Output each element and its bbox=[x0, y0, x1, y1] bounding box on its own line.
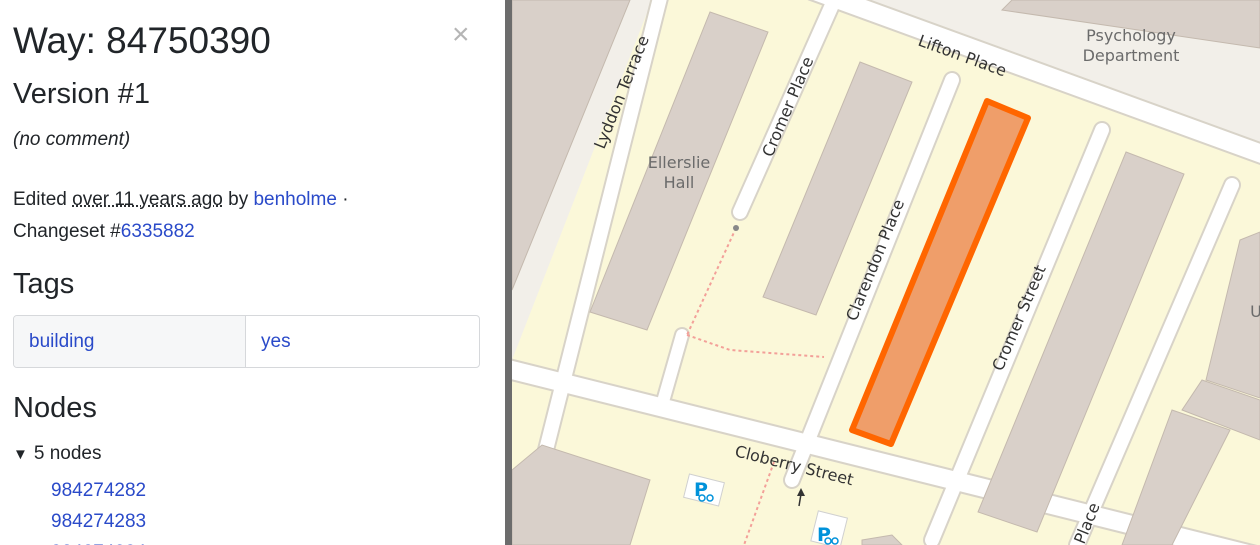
label-department: Department bbox=[1083, 46, 1180, 65]
list-item: 984274284 bbox=[51, 537, 146, 545]
separator: · bbox=[336, 189, 349, 210]
list-item: 984274282 bbox=[51, 475, 146, 506]
edited-prefix: Edited bbox=[13, 189, 73, 210]
changeset-link[interactable]: 6335882 bbox=[121, 221, 195, 242]
label-edge-u: U bbox=[1250, 302, 1260, 321]
svg-text:P: P bbox=[694, 479, 708, 501]
map-view[interactable]: P P Lyddon Terrace Cromer Place Lifton P… bbox=[512, 0, 1260, 545]
panel-divider[interactable] bbox=[505, 0, 512, 545]
edited-time: over 11 years ago bbox=[72, 189, 223, 210]
node-link[interactable]: 984274283 bbox=[51, 511, 146, 532]
path-node bbox=[733, 225, 739, 231]
close-icon[interactable]: × bbox=[452, 20, 470, 50]
svg-text:P: P bbox=[817, 524, 831, 545]
label-psychology: Psychology bbox=[1086, 26, 1176, 45]
version-heading: Version #1 bbox=[13, 78, 151, 110]
nodes-count: 5 nodes bbox=[33, 443, 102, 464]
tag-key-link[interactable]: building bbox=[29, 331, 95, 353]
edit-info: Edited over 11 years ago by benholme · C… bbox=[13, 184, 473, 248]
changeset-prefix: Changeset # bbox=[13, 221, 121, 242]
nodes-toggle[interactable]: ▼ 5 nodes bbox=[13, 443, 101, 465]
label-ellerslie: Ellerslie bbox=[648, 153, 711, 172]
node-link[interactable]: 984274282 bbox=[51, 480, 146, 501]
list-item: 984274283 bbox=[51, 506, 146, 537]
nodes-list: 984274282 984274283 984274284 bbox=[51, 475, 146, 545]
tag-key-cell: building bbox=[14, 316, 246, 367]
tags-table: building yes bbox=[13, 315, 480, 368]
triangle-down-icon: ▼ bbox=[13, 446, 28, 463]
user-link[interactable]: benholme bbox=[253, 189, 336, 210]
edited-by: by bbox=[222, 189, 254, 210]
comment-text: (no comment) bbox=[13, 129, 131, 150]
map-canvas[interactable]: P P Lyddon Terrace Cromer Place Lifton P… bbox=[512, 0, 1260, 545]
tag-value-link[interactable]: yes bbox=[261, 331, 291, 353]
sidebar: Way: 84750390 × Version #1 (no comment) … bbox=[0, 0, 505, 545]
page-title: Way: 84750390 bbox=[13, 20, 271, 61]
label-hall: Hall bbox=[664, 173, 695, 192]
nodes-heading: Nodes bbox=[13, 392, 97, 424]
tags-heading: Tags bbox=[13, 268, 75, 300]
tag-value-cell: yes bbox=[246, 316, 479, 367]
